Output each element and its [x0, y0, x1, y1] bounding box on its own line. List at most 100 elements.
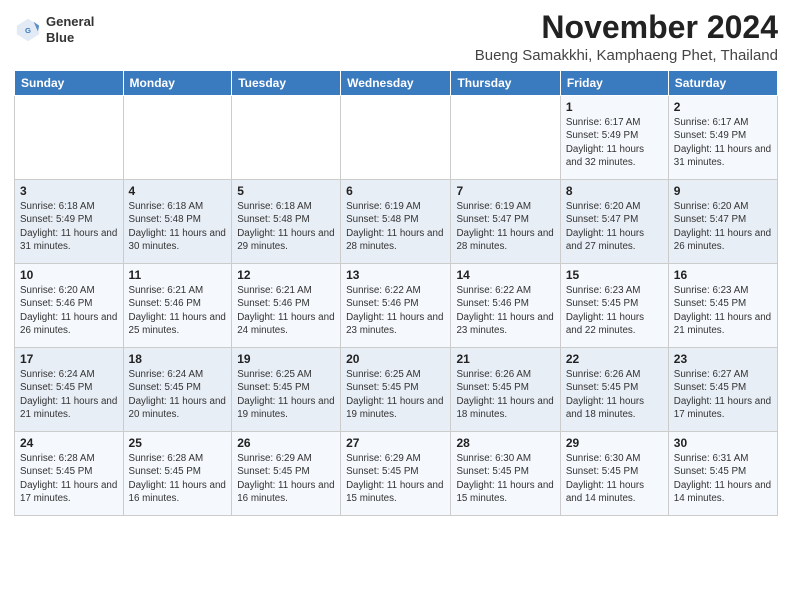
day-info: Sunrise: 6:18 AM Sunset: 5:49 PM Dayligh…	[20, 200, 118, 253]
day-info: Sunrise: 6:25 AM Sunset: 5:45 PM Dayligh…	[346, 368, 445, 421]
day-cell: 4 Sunrise: 6:18 AM Sunset: 5:48 PM Daylig…	[123, 180, 232, 264]
day-cell: 18Sunrise: 6:24 AM Sunset: 5:45 PM Dayli…	[123, 348, 232, 432]
day-cell: 28Sunrise: 6:30 AM Sunset: 5:45 PM Dayli…	[451, 432, 560, 516]
day-cell: 21Sunrise: 6:26 AM Sunset: 5:45 PM Dayli…	[451, 348, 560, 432]
day-cell: 10 Sunrise: 6:20 AM Sunset: 5:46 PM Dayli…	[15, 264, 124, 348]
day-number: 2	[674, 100, 772, 114]
day-info: Sunrise: 6:17 AM Sunset: 5:49 PM Dayligh…	[566, 116, 663, 169]
day-number: 21	[456, 352, 554, 366]
day-cell: 24 Sunrise: 6:28 AM Sunset: 5:45 PM Dayli…	[15, 432, 124, 516]
logo-text: General Blue	[46, 14, 94, 45]
day-cell	[123, 96, 232, 180]
page-container: G General Blue November 2024 Bueng Samak…	[0, 0, 792, 522]
day-cell: 17 Sunrise: 6:24 AM Sunset: 5:45 PM Dayli…	[15, 348, 124, 432]
day-number: 16	[674, 268, 772, 282]
day-info: Sunrise: 6:18 AM Sunset: 5:48 PM Dayligh…	[237, 200, 335, 253]
title-block: November 2024 Bueng Samakkhi, Kamphaeng …	[475, 10, 778, 64]
svg-text:G: G	[25, 25, 31, 34]
day-number: 29	[566, 436, 663, 450]
day-cell: 29 Sunrise: 6:30 AM Sunset: 5:45 PM Dayli…	[560, 432, 668, 516]
day-info: Sunrise: 6:20 AM Sunset: 5:47 PM Dayligh…	[674, 200, 772, 253]
day-number: 1	[566, 100, 663, 114]
logo-icon: G	[14, 16, 42, 44]
day-cell: 6Sunrise: 6:19 AM Sunset: 5:48 PM Daylig…	[341, 180, 451, 264]
day-number: 7	[456, 184, 554, 198]
day-cell: 3 Sunrise: 6:18 AM Sunset: 5:49 PM Daylig…	[15, 180, 124, 264]
day-info: Sunrise: 6:20 AM Sunset: 5:47 PM Dayligh…	[566, 200, 663, 253]
day-cell	[15, 96, 124, 180]
day-number: 3	[20, 184, 118, 198]
day-number: 26	[237, 436, 335, 450]
logo: G General Blue	[14, 14, 94, 45]
day-cell: 27Sunrise: 6:29 AM Sunset: 5:45 PM Dayli…	[341, 432, 451, 516]
calendar: SundayMondayTuesdayWednesdayThursdayFrid…	[14, 70, 778, 516]
day-cell	[451, 96, 560, 180]
day-info: Sunrise: 6:25 AM Sunset: 5:45 PM Dayligh…	[237, 368, 335, 421]
day-cell: 13Sunrise: 6:22 AM Sunset: 5:46 PM Dayli…	[341, 264, 451, 348]
day-header-tuesday: Tuesday	[232, 71, 341, 96]
day-info: Sunrise: 6:20 AM Sunset: 5:46 PM Dayligh…	[20, 284, 118, 337]
day-number: 6	[346, 184, 445, 198]
day-info: Sunrise: 6:24 AM Sunset: 5:45 PM Dayligh…	[20, 368, 118, 421]
day-cell: 16 Sunrise: 6:23 AM Sunset: 5:45 PM Dayli…	[668, 264, 777, 348]
day-number: 25	[129, 436, 227, 450]
day-number: 12	[237, 268, 335, 282]
week-row-4: 17 Sunrise: 6:24 AM Sunset: 5:45 PM Dayli…	[15, 348, 778, 432]
day-number: 13	[346, 268, 445, 282]
subtitle: Bueng Samakkhi, Kamphaeng Phet, Thailand	[475, 47, 778, 64]
day-number: 10	[20, 268, 118, 282]
day-cell: 12 Sunrise: 6:21 AM Sunset: 5:46 PM Dayli…	[232, 264, 341, 348]
day-number: 19	[237, 352, 335, 366]
day-info: Sunrise: 6:31 AM Sunset: 5:45 PM Dayligh…	[674, 452, 772, 505]
day-cell: 26 Sunrise: 6:29 AM Sunset: 5:45 PM Dayli…	[232, 432, 341, 516]
day-cell: 2 Sunrise: 6:17 AM Sunset: 5:49 PM Daylig…	[668, 96, 777, 180]
day-cell: 1 Sunrise: 6:17 AM Sunset: 5:49 PM Daylig…	[560, 96, 668, 180]
day-header-monday: Monday	[123, 71, 232, 96]
day-info: Sunrise: 6:30 AM Sunset: 5:45 PM Dayligh…	[566, 452, 663, 505]
week-row-3: 10 Sunrise: 6:20 AM Sunset: 5:46 PM Dayli…	[15, 264, 778, 348]
day-cell: 22 Sunrise: 6:26 AM Sunset: 5:45 PM Dayli…	[560, 348, 668, 432]
day-info: Sunrise: 6:29 AM Sunset: 5:45 PM Dayligh…	[346, 452, 445, 505]
day-header-saturday: Saturday	[668, 71, 777, 96]
day-header-thursday: Thursday	[451, 71, 560, 96]
day-number: 14	[456, 268, 554, 282]
logo-line2: Blue	[46, 30, 94, 46]
calendar-body: 1 Sunrise: 6:17 AM Sunset: 5:49 PM Daylig…	[15, 96, 778, 516]
day-number: 17	[20, 352, 118, 366]
day-number: 4	[129, 184, 227, 198]
day-info: Sunrise: 6:28 AM Sunset: 5:45 PM Dayligh…	[20, 452, 118, 505]
day-info: Sunrise: 6:21 AM Sunset: 5:46 PM Dayligh…	[237, 284, 335, 337]
day-number: 22	[566, 352, 663, 366]
day-cell: 30Sunrise: 6:31 AM Sunset: 5:45 PM Dayli…	[668, 432, 777, 516]
day-info: Sunrise: 6:19 AM Sunset: 5:47 PM Dayligh…	[456, 200, 554, 253]
day-cell	[341, 96, 451, 180]
day-number: 24	[20, 436, 118, 450]
day-header-wednesday: Wednesday	[341, 71, 451, 96]
day-cell	[232, 96, 341, 180]
day-info: Sunrise: 6:27 AM Sunset: 5:45 PM Dayligh…	[674, 368, 772, 421]
main-title: November 2024	[475, 10, 778, 45]
day-number: 23	[674, 352, 772, 366]
day-cell: 14Sunrise: 6:22 AM Sunset: 5:46 PM Dayli…	[451, 264, 560, 348]
day-info: Sunrise: 6:17 AM Sunset: 5:49 PM Dayligh…	[674, 116, 772, 169]
day-header-sunday: Sunday	[15, 71, 124, 96]
week-row-5: 24 Sunrise: 6:28 AM Sunset: 5:45 PM Dayli…	[15, 432, 778, 516]
day-number: 15	[566, 268, 663, 282]
day-info: Sunrise: 6:23 AM Sunset: 5:45 PM Dayligh…	[674, 284, 772, 337]
day-cell: 23 Sunrise: 6:27 AM Sunset: 5:45 PM Dayli…	[668, 348, 777, 432]
day-number: 9	[674, 184, 772, 198]
day-header-friday: Friday	[560, 71, 668, 96]
day-cell: 9 Sunrise: 6:20 AM Sunset: 5:47 PM Daylig…	[668, 180, 777, 264]
day-info: Sunrise: 6:26 AM Sunset: 5:45 PM Dayligh…	[566, 368, 663, 421]
day-info: Sunrise: 6:18 AM Sunset: 5:48 PM Dayligh…	[129, 200, 227, 253]
day-info: Sunrise: 6:30 AM Sunset: 5:45 PM Dayligh…	[456, 452, 554, 505]
day-info: Sunrise: 6:29 AM Sunset: 5:45 PM Dayligh…	[237, 452, 335, 505]
day-cell: 11Sunrise: 6:21 AM Sunset: 5:46 PM Dayli…	[123, 264, 232, 348]
day-cell: 15Sunrise: 6:23 AM Sunset: 5:45 PM Dayli…	[560, 264, 668, 348]
day-info: Sunrise: 6:24 AM Sunset: 5:45 PM Dayligh…	[129, 368, 227, 421]
calendar-header: SundayMondayTuesdayWednesdayThursdayFrid…	[15, 71, 778, 96]
day-number: 8	[566, 184, 663, 198]
day-info: Sunrise: 6:21 AM Sunset: 5:46 PM Dayligh…	[129, 284, 227, 337]
week-row-1: 1 Sunrise: 6:17 AM Sunset: 5:49 PM Daylig…	[15, 96, 778, 180]
day-cell: 19 Sunrise: 6:25 AM Sunset: 5:45 PM Dayli…	[232, 348, 341, 432]
